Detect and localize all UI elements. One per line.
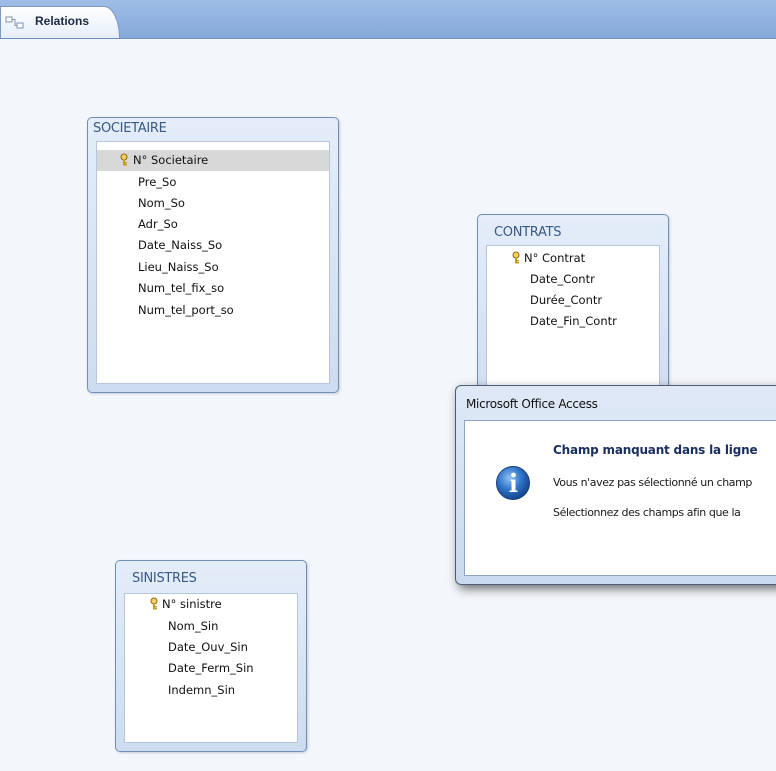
relationships-icon	[5, 16, 24, 29]
primary-key-icon	[120, 153, 128, 166]
table-sinistres[interactable]: SINISTRES N° sinistre Nom_Sin Date_Ouv_S…	[115, 560, 307, 752]
table-sinistres-title[interactable]: SINISTRES	[132, 571, 197, 586]
field-label: N° Contrat	[524, 251, 586, 265]
field-row[interactable]: Date_Ferm_Sin	[125, 658, 297, 679]
field-row[interactable]: Adr_So	[97, 214, 329, 235]
field-row[interactable]: N° Contrat	[487, 248, 659, 269]
document-tab-strip: Relations	[0, 0, 776, 39]
field-label: Num_tel_fix_so	[138, 281, 225, 295]
dialog-message-line-2: Sélectionnez des champs afin que la	[553, 506, 741, 519]
message-dialog[interactable]: Microsoft Office Access Champ manquant d…	[455, 385, 776, 585]
table-contrats-field-list[interactable]: N° Contrat Date_Contr Durée_Contr Date_F…	[486, 245, 660, 405]
primary-key-icon	[512, 251, 520, 264]
field-label: Date_Fin_Contr	[530, 314, 617, 328]
field-row[interactable]: Date_Contr	[487, 269, 659, 290]
tab-relations-label: Relations	[35, 14, 90, 28]
relationships-window: Relations SOCIETAIRE N° Societaire Pre_S…	[0, 0, 776, 771]
field-label: Indemn_Sin	[168, 683, 236, 697]
field-label: Date_Ferm_Sin	[168, 661, 254, 675]
dialog-heading: Champ manquant dans la ligne	[553, 443, 758, 457]
field-row[interactable]: Durée_Contr	[487, 290, 659, 311]
field-row[interactable]: Nom_So	[97, 193, 329, 214]
table-societaire-field-list[interactable]: N° Societaire Pre_So Nom_So Adr_So Date_…	[96, 141, 330, 384]
table-contrats-title[interactable]: CONTRATS	[494, 225, 561, 240]
field-label: N° Societaire	[133, 153, 209, 167]
field-label: Lieu_Naiss_So	[138, 260, 219, 274]
field-label: Pre_So	[138, 175, 177, 189]
field-row[interactable]: Lieu_Naiss_So	[97, 257, 329, 278]
table-societaire-title[interactable]: SOCIETAIRE	[93, 121, 167, 136]
field-label: Adr_So	[138, 217, 178, 231]
dialog-content: Champ manquant dans la ligne Vous n'avez…	[464, 420, 776, 576]
field-row[interactable]: Indemn_Sin	[125, 680, 297, 701]
field-row[interactable]: Num_tel_port_so	[97, 300, 329, 321]
field-label: Nom_So	[138, 196, 185, 210]
field-label: Date_Contr	[530, 272, 595, 286]
field-label: Durée_Contr	[530, 293, 603, 307]
table-sinistres-field-list[interactable]: N° sinistre Nom_Sin Date_Ouv_Sin Date_Fe…	[124, 593, 298, 743]
field-row[interactable]: N° sinistre	[125, 594, 297, 615]
primary-key-icon	[150, 597, 158, 610]
information-icon	[496, 466, 530, 500]
field-row[interactable]: Date_Ouv_Sin	[125, 637, 297, 658]
field-label: Num_tel_port_so	[138, 303, 234, 317]
field-row[interactable]: Num_tel_fix_so	[97, 278, 329, 299]
field-row[interactable]: Nom_Sin	[125, 616, 297, 637]
field-label: Date_Naiss_So	[138, 238, 223, 252]
field-row[interactable]: Pre_So	[97, 172, 329, 193]
field-row[interactable]: Date_Naiss_So	[97, 235, 329, 256]
tab-relations[interactable]: Relations	[0, 6, 120, 38]
dialog-message-line-1: Vous n'avez pas sélectionné un champ	[553, 476, 753, 489]
dialog-title[interactable]: Microsoft Office Access	[466, 397, 598, 411]
table-contrats[interactable]: CONTRATS N° Contrat Date_Contr Durée_Con…	[477, 214, 669, 414]
field-row[interactable]: Date_Fin_Contr	[487, 311, 659, 332]
table-societaire[interactable]: SOCIETAIRE N° Societaire Pre_So Nom_So A…	[87, 117, 339, 393]
field-label: Nom_Sin	[168, 619, 219, 633]
field-label: Date_Ouv_Sin	[168, 640, 248, 654]
field-row[interactable]: N° Societaire	[97, 150, 329, 171]
field-label: N° sinistre	[162, 597, 222, 611]
